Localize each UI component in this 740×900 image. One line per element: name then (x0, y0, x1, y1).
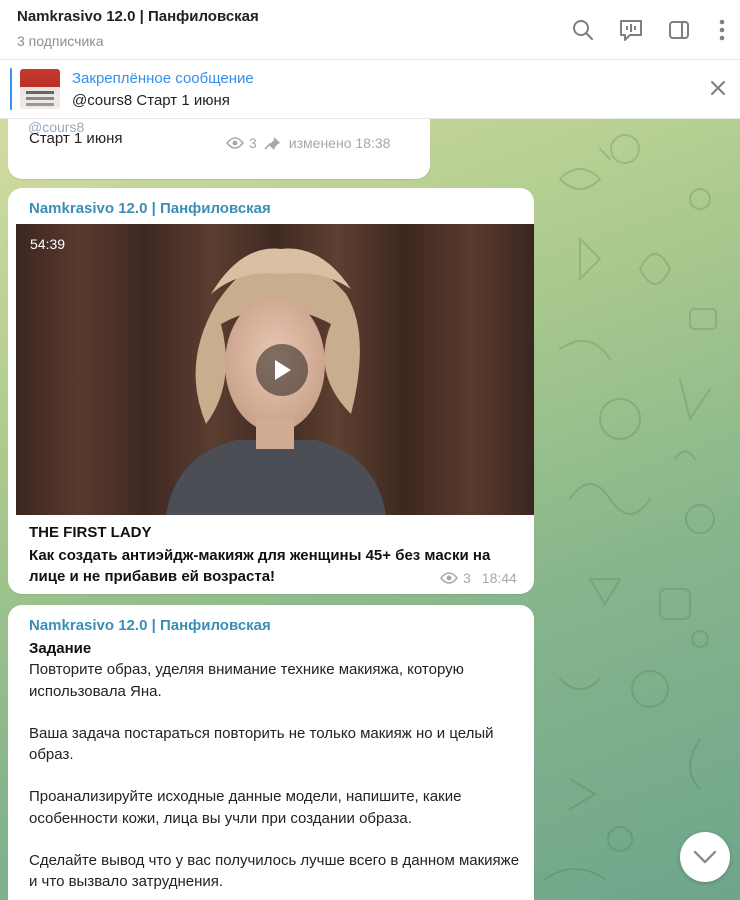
message-bubble[interactable]: Namkrasivo 12.0 | Панфиловская Задание П… (8, 605, 534, 900)
pinned-title: Закреплённое сообщение (72, 70, 254, 87)
message-heading: Задание (29, 640, 92, 657)
pinned-message-bar[interactable]: Закреплённое сообщение @cours8 Старт 1 и… (0, 60, 740, 119)
views-count: 3 (463, 570, 471, 586)
message-paragraph: Ваша задача постараться повторить не тол… (29, 724, 494, 764)
message-paragraph: Проанализируйте исходные данные модели, … (29, 788, 462, 827)
subscriber-count: 3 подписчика (17, 33, 104, 49)
video-duration: 54:39 (30, 236, 66, 252)
message-paragraph: Повторите образ, уделяя внимание технике… (29, 661, 464, 700)
views-count: 3 (249, 135, 257, 151)
message-sender[interactable]: Namkrasivo 12.0 | Панфиловская (29, 200, 271, 217)
message-bubble[interactable]: @cours8 Старт 1 июня 3 изменено 18:38 (8, 119, 430, 179)
views-icon (226, 137, 244, 149)
video-chat-icon[interactable] (615, 14, 647, 46)
pinned-text: @cours8 Старт 1 июня (72, 92, 230, 109)
scroll-down-button[interactable] (680, 832, 730, 882)
channel-title[interactable]: Namkrasivo 12.0 | Панфиловская (17, 8, 259, 25)
chevron-down-icon (693, 850, 717, 864)
message-meta: 3 18:44 (440, 570, 517, 586)
message-time: 18:44 (481, 570, 517, 586)
search-icon[interactable] (567, 14, 599, 46)
message-paragraph: Сделайте вывод что у вас получилось лучш… (29, 852, 520, 891)
video-caption-title: THE FIRST LADY (29, 524, 152, 541)
message-sender[interactable]: Namkrasivo 12.0 | Панфиловская (29, 617, 271, 634)
views-icon (440, 572, 458, 584)
video-preview[interactable]: 54:39 (16, 224, 534, 515)
edited-label: изменено 18:38 (288, 135, 391, 151)
chat-header: Namkrasivo 12.0 | Панфиловская 3 подписч… (0, 0, 740, 60)
message-bubble[interactable]: Namkrasivo 12.0 | Панфиловская 54:39 THE… (8, 188, 534, 594)
more-icon[interactable] (706, 14, 738, 46)
message-body: Задание Повторите образ, уделяя внимание… (29, 638, 524, 900)
play-icon[interactable] (256, 344, 308, 396)
pin-icon (264, 137, 280, 150)
pinned-thumbnail (20, 69, 60, 109)
message-meta: 3 изменено 18:38 (226, 135, 390, 151)
sidebar-icon[interactable] (663, 14, 695, 46)
pinned-accent-bar (10, 68, 12, 110)
message-text: Старт 1 июня (29, 130, 123, 147)
chat-area[interactable]: @cours8 Старт 1 июня 3 изменено 18:38 Na… (0, 119, 740, 900)
close-icon[interactable] (706, 76, 730, 100)
